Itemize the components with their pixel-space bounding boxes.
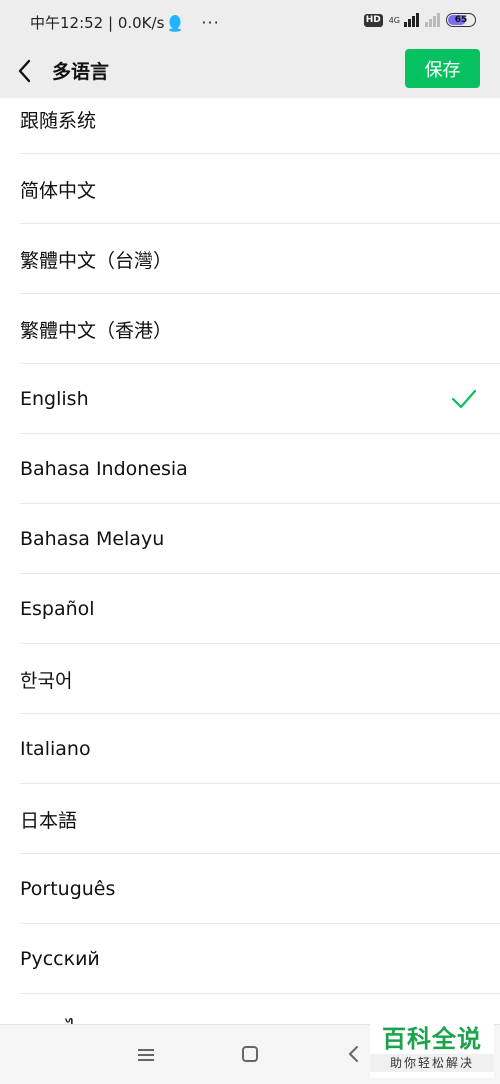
chevron-left-icon[interactable] [14,56,38,86]
status-bar: 中午12:52 | 0.0K/s ··· HD 4G 65 [0,0,500,44]
language-item-korean[interactable]: 한국어 [0,644,500,714]
language-list: 跟随系统 简体中文 繁體中文（台灣） 繁體中文（香港） English Baha… [0,98,500,1024]
language-label: English [20,388,89,410]
language-item-traditional-chinese-taiwan[interactable]: 繁體中文（台灣） [0,224,500,294]
language-label: 简体中文 [20,179,97,202]
language-label: 繁體中文（香港） [20,319,173,342]
page-title: 多语言 [52,61,110,83]
checkmark-icon [451,389,477,409]
language-label: Русский [20,948,100,970]
language-item-thai[interactable]: ภาษาไทย [0,994,500,1024]
language-label: 日本語 [20,809,78,832]
network-speed: 0.0K/s [117,13,165,32]
battery-level: 65 [454,15,468,25]
signal-icon-secondary [425,13,440,27]
nav-header: 多语言 保存 [0,44,500,98]
battery-icon: 65 [446,13,476,27]
hd-badge: HD [363,13,383,27]
watermark-logo: 百科全说 助你轻松解决 [370,1022,494,1078]
qq-icon [169,14,182,32]
watermark-subtitle: 助你轻松解决 [370,1054,494,1072]
network-type: 4G [388,15,400,25]
signal-icon [404,13,419,27]
language-label: Bahasa Indonesia [20,458,188,480]
back-icon[interactable] [347,1044,361,1064]
language-item-japanese[interactable]: 日本語 [0,784,500,854]
home-icon[interactable] [241,1045,259,1063]
language-item-italiano[interactable]: Italiano [0,714,500,784]
language-label: 한국어 [20,669,73,692]
language-item-portugues[interactable]: Português [0,854,500,924]
language-item-espanol[interactable]: Español [0,574,500,644]
menu-icon[interactable] [137,1047,155,1063]
language-label: Italiano [20,738,91,760]
status-left: 中午12:52 | 0.0K/s ··· [30,13,220,32]
watermark-title: 百科全说 [382,1025,482,1053]
more-dots: ··· [201,13,220,32]
language-label: Bahasa Melayu [20,528,165,550]
language-label: 繁體中文（台灣） [20,249,173,272]
language-item-bahasa-indonesia[interactable]: Bahasa Indonesia [0,434,500,504]
language-item-english[interactable]: English [0,364,500,434]
language-label: ภาษาไทย [20,1014,100,1024]
language-label: 跟随系统 [20,109,97,132]
status-time: 中午12:52 [30,14,104,32]
status-right: HD 4G 65 [363,13,476,27]
language-item-simplified-chinese[interactable]: 简体中文 [0,154,500,224]
save-button[interactable]: 保存 [405,49,480,88]
language-item-bahasa-melayu[interactable]: Bahasa Melayu [0,504,500,574]
language-item-follow-system[interactable]: 跟随系统 [0,98,500,154]
language-item-russian[interactable]: Русский [0,924,500,994]
language-label: Español [20,598,95,620]
language-label: Português [20,878,116,900]
language-item-traditional-chinese-hongkong[interactable]: 繁體中文（香港） [0,294,500,364]
